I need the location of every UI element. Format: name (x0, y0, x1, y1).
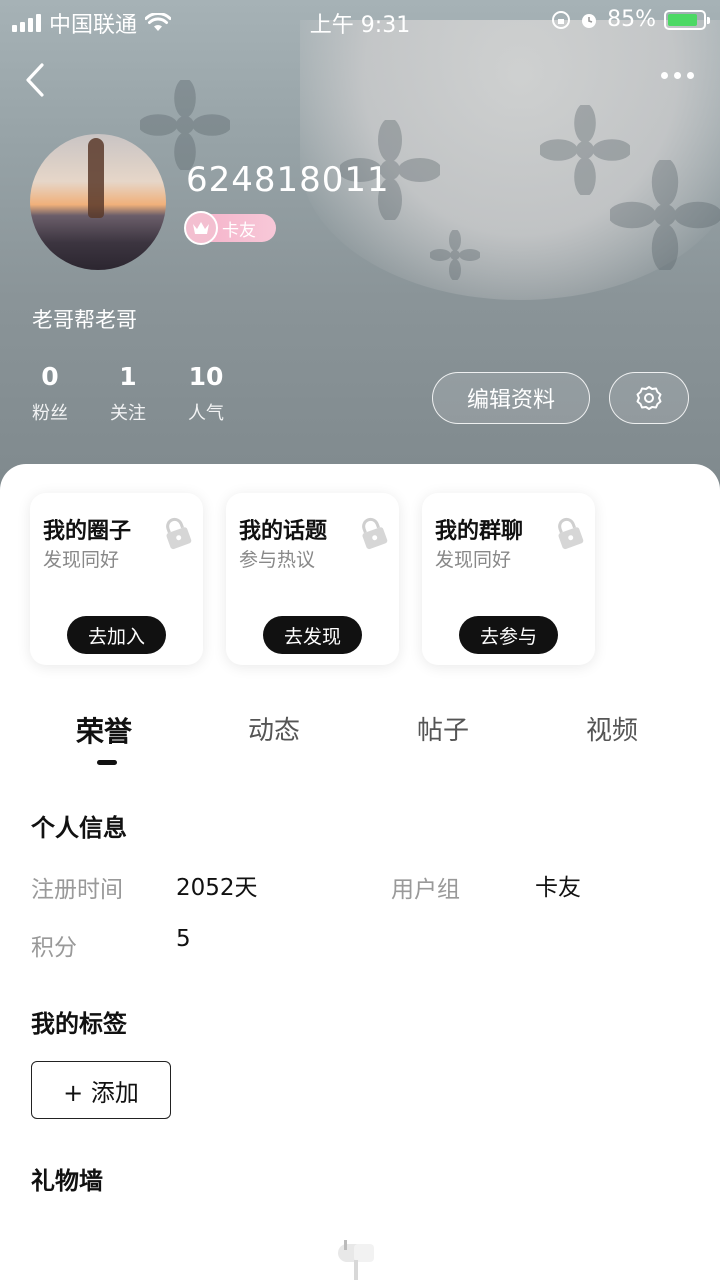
feature-cards: 我的圈子 发现同好 去加入 我的话题 参与热议 去发现 我的群聊 发现同好 去参… (30, 493, 595, 665)
add-tag-button[interactable]: + 添加 (31, 1061, 171, 1119)
avatar[interactable] (30, 134, 166, 270)
join-button[interactable]: 去加入 (67, 616, 166, 654)
decorative-flower (610, 160, 720, 270)
decorative-flower (430, 230, 480, 280)
stat-label: 人气 (188, 403, 224, 424)
username: 624818011 (186, 160, 390, 200)
profile-stats: 0 粉丝 1 关注 10 人气 (30, 362, 226, 425)
tab-honor[interactable]: 荣誉 (76, 710, 132, 750)
card-subtitle: 参与热议 (239, 549, 316, 571)
tab-videos[interactable]: 视频 (586, 710, 638, 747)
section-title-tags: 我的标签 (31, 1010, 127, 1038)
tab-posts[interactable]: 帖子 (417, 710, 469, 747)
card-my-groups[interactable]: 我的群聊 发现同好 去参与 (422, 493, 595, 665)
card-title: 我的群聊 (435, 519, 524, 544)
profile-header: 中国联通 上午 9:31 85% 624818011 卡友 老哥帮老哥 0 粉丝… (0, 0, 720, 500)
user-group-label: 用户组 (391, 877, 460, 903)
back-icon[interactable] (20, 60, 50, 100)
lock-icon (166, 517, 192, 550)
battery-fill (668, 13, 697, 26)
battery-percent: 85% (607, 7, 656, 32)
status-bar: 中国联通 上午 9:31 85% (0, 0, 720, 40)
register-time-value: 2052天 (176, 875, 258, 901)
card-subtitle: 发现同好 (435, 549, 512, 571)
card-title: 我的话题 (239, 519, 328, 544)
discover-button[interactable]: 去发现 (263, 616, 362, 654)
stat-following[interactable]: 1 关注 (108, 362, 148, 425)
active-tab-indicator (97, 760, 117, 765)
points-label: 积分 (31, 935, 77, 961)
stat-label: 粉丝 (32, 403, 68, 424)
card-title: 我的圈子 (43, 519, 132, 544)
register-time-label: 注册时间 (31, 877, 123, 903)
card-my-circles[interactable]: 我的圈子 发现同好 去加入 (30, 493, 203, 665)
card-subtitle: 发现同好 (43, 549, 120, 571)
rotation-lock-icon (552, 10, 571, 29)
settings-icon (636, 386, 662, 410)
badge-label: 卡友 (222, 220, 256, 241)
card-my-topics[interactable]: 我的话题 参与热议 去发现 (226, 493, 399, 665)
tab-activity[interactable]: 动态 (248, 710, 300, 747)
points-value: 5 (176, 926, 191, 952)
stat-value: 1 (119, 362, 137, 391)
section-title-gift-wall: 礼物墙 (31, 1167, 103, 1195)
user-group-value: 卡友 (535, 875, 581, 901)
alarm-icon (582, 13, 597, 28)
mailbox-icon (338, 1240, 374, 1280)
lock-icon (558, 517, 584, 550)
stat-popularity[interactable]: 10 人气 (186, 362, 226, 425)
crown-icon (184, 211, 218, 245)
profile-content: 我的圈子 发现同好 去加入 我的话题 参与热议 去发现 我的群聊 发现同好 去参… (0, 464, 720, 1280)
participate-button[interactable]: 去参与 (459, 616, 558, 654)
edit-profile-button[interactable]: 编辑资料 (432, 372, 590, 424)
settings-button[interactable] (609, 372, 689, 424)
battery-icon (664, 9, 710, 30)
more-icon[interactable] (661, 72, 694, 79)
section-title-personal-info: 个人信息 (31, 814, 127, 842)
lock-icon (362, 517, 388, 550)
user-bio: 老哥帮老哥 (32, 308, 137, 332)
stat-fans[interactable]: 0 粉丝 (30, 362, 70, 425)
decorative-flower (140, 80, 230, 170)
stat-value: 0 (41, 362, 59, 391)
stat-label: 关注 (110, 403, 146, 424)
user-group-badge: 卡友 (184, 211, 276, 245)
stat-value: 10 (188, 362, 224, 391)
